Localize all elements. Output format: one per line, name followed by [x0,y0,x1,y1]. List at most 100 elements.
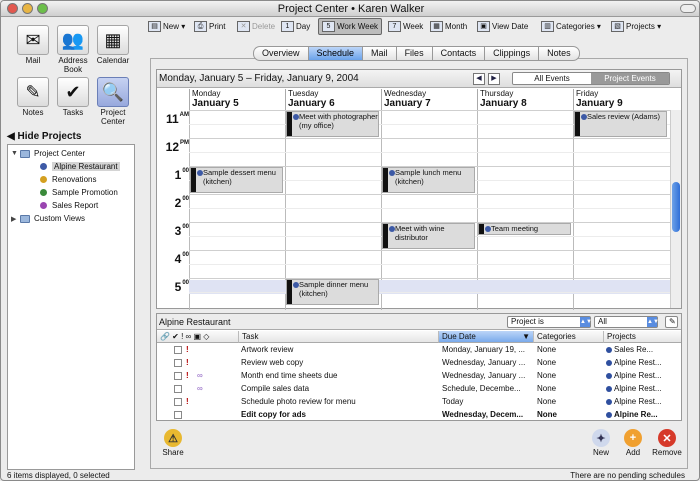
hour-line [189,138,670,139]
view-date-button[interactable]: ▣ View Date [474,18,531,35]
tree-item-renovations[interactable]: Renovations [40,175,96,184]
left-panel: ✉ Mail 👥 Address Book ▦ Calendar ✎ Notes ✔ Ta… [1,17,141,470]
share-icon: ⚠ [164,429,182,447]
week-icon: 7 [388,21,401,32]
priority-icon: ! [186,371,189,380]
tab-overview[interactable]: Overview [253,46,308,61]
module-address-book-button[interactable]: 👥 Address Book [55,25,91,74]
new-button[interactable]: ▤ New ▾ [145,18,188,35]
calendar-scrollbar[interactable] [670,110,681,308]
filter-value-select[interactable]: All ▲▼ [594,316,659,328]
task-due-date: Schedule, Decembe... [442,384,521,393]
task-row[interactable]: Edit copy for ads Wednesday, Decem... None… [157,409,681,421]
task-complete-checkbox[interactable] [174,385,182,393]
remove-button[interactable]: ✕ Remove [651,429,683,457]
day-header-monday[interactable]: Monday January 5 [189,89,285,110]
event-marker [383,224,388,248]
module-notes-button[interactable]: ✎ Notes [15,77,51,117]
task-complete-checkbox[interactable] [174,372,182,380]
tree-item-sample-promotion[interactable]: Sample Promotion [40,188,118,197]
tab-mail[interactable]: Mail [362,46,396,61]
add-button[interactable]: + Add [621,429,645,457]
close-button[interactable] [7,3,18,14]
categories-button[interactable]: ▥ Categories ▾ [538,18,604,35]
project-color-dot [40,176,47,183]
priority-icon: ! [186,358,189,367]
zoom-button[interactable] [37,3,48,14]
day-name: Friday [576,89,599,98]
filter-field-select[interactable]: Project is ▲▼ [507,316,592,328]
month-view-button[interactable]: ▦ Month [427,18,470,35]
calendar-event[interactable]: Sample dessert menu (kitchen) [190,167,283,193]
half-hour-line [189,152,670,153]
task-complete-checkbox[interactable] [174,346,182,354]
task-category: None [537,410,557,419]
task-complete-checkbox[interactable] [174,359,182,367]
task-row[interactable]: ! Artwork review Monday, January 19, ... No… [157,344,681,356]
day-header-wednesday[interactable]: Wednesday January 7 [381,89,477,110]
column-projects-header[interactable]: Projects [603,331,681,343]
tree-item-project-center[interactable]: ▼ Project Center [11,149,85,158]
edit-filter-button[interactable]: ✎ [665,316,678,328]
day-header-tuesday[interactable]: Tuesday January 6 [285,89,381,110]
tab-schedule[interactable]: Schedule [307,46,363,61]
task-row[interactable]: ! Review web copy Wednesday, January ... No… [157,357,681,369]
half-hour-line [189,292,670,293]
previous-week-button[interactable]: ◀ [473,73,485,85]
calendar-event[interactable]: Sales review (Adams) [574,111,667,137]
delete-button[interactable]: ✕ Delete [234,18,278,35]
module-tasks-button[interactable]: ✔ Tasks [55,77,91,117]
disclosure-closed-icon[interactable]: ▶ [11,215,20,223]
calendar-event[interactable]: Meet with wine distributor [382,223,475,249]
task-complete-checkbox[interactable] [174,411,182,419]
work-week-view-button[interactable]: 5 Work Week [318,18,383,35]
tree-item-sales-report[interactable]: Sales Report [40,201,98,210]
categories-icon: ▥ [541,21,554,32]
hide-projects-toggle[interactable]: ◀ Hide Projects [7,131,81,142]
next-week-button[interactable]: ▶ [488,73,500,85]
scroll-thumb[interactable] [672,182,680,232]
print-button[interactable]: ⎙ Print [191,18,228,35]
tab-files[interactable]: Files [395,46,432,61]
module-project-center-button[interactable]: 🔍 Project Center [95,77,131,126]
module-mail-button[interactable]: ✉ Mail [15,25,51,65]
project-color-dot [40,202,47,209]
calendar-event[interactable]: Team meeting [478,223,571,235]
priority-icon: ! [186,397,189,406]
task-row[interactable]: ! Schedule photo review for menu Today None… [157,396,681,408]
share-button[interactable]: ⚠ Share [159,429,187,457]
all-events-button[interactable]: All Events [513,73,591,84]
project-color-dot [40,189,47,196]
disclosure-open-icon[interactable]: ▼ [11,150,20,157]
new-project-button[interactable]: ✦ New [589,429,613,457]
projects-icon: ▧ [611,21,624,32]
week-view-button[interactable]: 7 Week [385,18,426,35]
calendar-event[interactable]: Sample dinner menu (kitchen) [286,279,379,305]
column-categories-header[interactable]: Categories [533,331,603,343]
tab-clippings[interactable]: Clippings [484,46,539,61]
minimize-button[interactable] [22,3,33,14]
tree-item-alpine-restaurant[interactable]: Alpine Restaurant [40,162,120,171]
day-view-button[interactable]: 1 Day [278,18,313,35]
tree-item-custom-views[interactable]: ▶ Custom Views [11,214,85,223]
view-date-icon: ▣ [477,21,490,32]
day-header-thursday[interactable]: Thursday January 8 [477,89,573,110]
tab-notes[interactable]: Notes [538,46,580,61]
task-complete-checkbox[interactable] [174,398,182,406]
module-calendar-button[interactable]: ▦ Calendar [95,25,131,65]
task-category: None [537,371,557,380]
toolbar-toggle-button[interactable] [680,4,696,13]
day-header-friday[interactable]: Friday January 9 [573,89,669,110]
window-title: Project Center • Karen Walker [277,3,425,15]
calendar-event[interactable]: Sample lunch menu (kitchen) [382,167,475,193]
task-row[interactable]: ! ∞ Month end time sheets due Wednesday, Ja… [157,370,681,382]
project-events-button[interactable]: Project Events [591,73,669,84]
task-row[interactable]: ∞ Compile sales data Schedule, Decembe... N… [157,383,681,395]
column-icons-header[interactable]: 🔗 ✔ ! ∞ ▣ ◇ [157,331,238,343]
projects-button[interactable]: ▧ Projects ▾ [608,18,664,35]
project-color-dot [389,170,395,176]
tab-contacts[interactable]: Contacts [431,46,485,61]
column-due-date-header[interactable]: Due Date ▼ [438,331,533,343]
column-task-header[interactable]: Task [238,331,438,343]
calendar-event[interactable]: Meet with photographer (my office) [286,111,379,137]
